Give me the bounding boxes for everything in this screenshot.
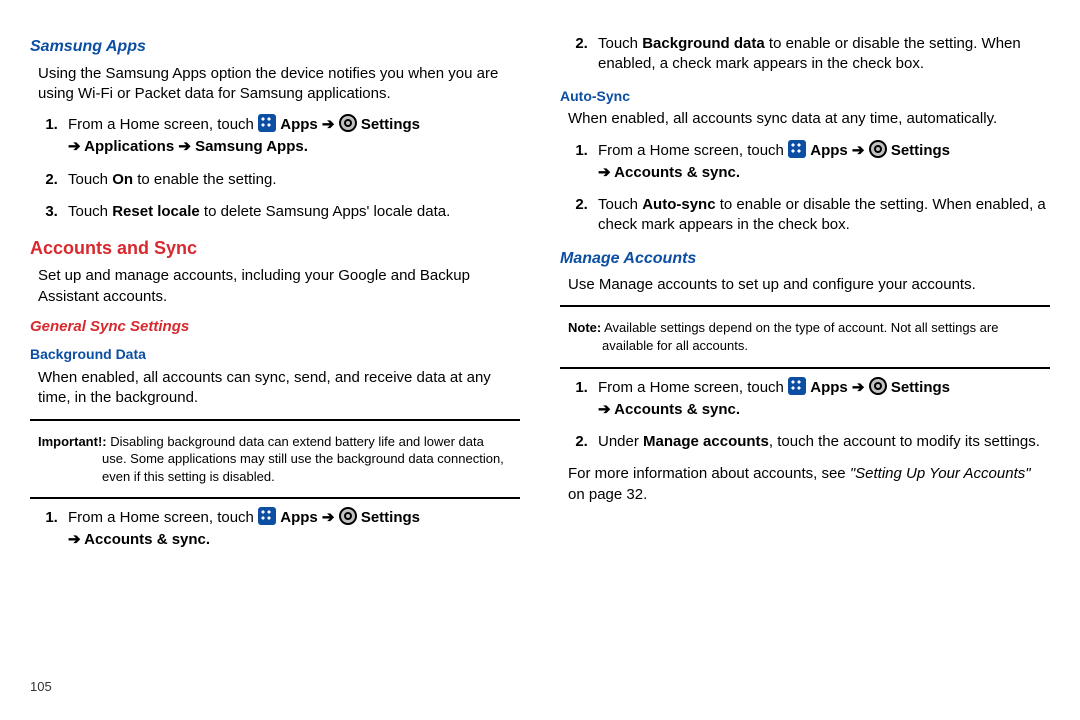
text-bold: Auto-sync <box>642 196 715 213</box>
steps-samsung-apps: From a Home screen, touch Apps ➔ Setting… <box>40 114 520 222</box>
divider <box>30 419 520 421</box>
heading-auto-sync: Auto-Sync <box>560 87 1050 106</box>
text: From a Home screen, touch <box>598 379 788 396</box>
text-bold: Apps ➔ <box>280 116 338 133</box>
steps-manage-accounts: From a Home screen, touch Apps ➔ Setting… <box>570 377 1050 453</box>
step-item: From a Home screen, touch Apps ➔ Setting… <box>62 114 520 158</box>
step-item: From a Home screen, touch Apps ➔ Setting… <box>62 507 520 551</box>
text-bold: On <box>112 171 133 188</box>
settings-icon <box>339 114 357 132</box>
text: From a Home screen, touch <box>598 142 788 159</box>
steps-bgdata-cont: Touch Background data to enable or disab… <box>570 34 1050 75</box>
divider <box>560 305 1050 307</box>
para-accounts-intro: Set up and manage accounts, including yo… <box>38 266 520 307</box>
note-body: Available settings depend on the type of… <box>602 320 998 353</box>
para-background-data: When enabled, all accounts can sync, sen… <box>38 368 520 409</box>
step-item: Under Manage accounts, touch the account… <box>592 432 1050 452</box>
text-bold: ➔ Applications ➔ Samsung Apps. <box>68 137 520 157</box>
divider <box>560 367 1050 369</box>
text: on page 32. <box>568 486 647 503</box>
text: , touch the account to modify its settin… <box>769 433 1040 450</box>
settings-icon <box>869 140 887 158</box>
heading-manage-accounts: Manage Accounts <box>560 248 1050 270</box>
para-manage-accounts: Use Manage accounts to set up and config… <box>568 275 1050 295</box>
text-bold: Apps ➔ <box>280 509 338 526</box>
right-column: Touch Background data to enable or disab… <box>560 30 1050 670</box>
text: Touch <box>68 203 112 220</box>
note-lead: Note: <box>568 320 601 335</box>
apps-icon <box>788 140 806 158</box>
note-body: Disabling background data can extend bat… <box>102 434 504 484</box>
para-samsung-apps: Using the Samsung Apps option the device… <box>38 64 520 105</box>
apps-icon <box>258 507 276 525</box>
heading-background-data: Background Data <box>30 345 520 364</box>
text-bold: ➔ Accounts & sync. <box>598 163 1050 183</box>
note-accounts: Note: Available settings depend on the t… <box>568 315 1050 358</box>
heading-accounts-sync: Accounts and Sync <box>30 236 520 260</box>
text-bold: Settings <box>361 116 420 133</box>
text-bold: Settings <box>891 379 950 396</box>
left-column: Samsung Apps Using the Samsung Apps opti… <box>30 30 520 670</box>
divider <box>30 497 520 499</box>
step-item: From a Home screen, touch Apps ➔ Setting… <box>592 140 1050 184</box>
text: Touch <box>598 35 642 52</box>
text-bold: Apps ➔ <box>810 379 868 396</box>
step-item: Touch Reset locale to delete Samsung App… <box>62 202 520 222</box>
note-important: Important!: Disabling background data ca… <box>38 429 520 490</box>
text: From a Home screen, touch <box>68 116 258 133</box>
text-bold: Reset locale <box>112 203 200 220</box>
step-item: Touch Background data to enable or disab… <box>592 34 1050 75</box>
text: From a Home screen, touch <box>68 509 258 526</box>
page-number: 105 <box>30 678 52 696</box>
apps-icon <box>788 377 806 395</box>
apps-icon <box>258 114 276 132</box>
step-item: Touch Auto-sync to enable or disable the… <box>592 195 1050 236</box>
page-container: Samsung Apps Using the Samsung Apps opti… <box>0 0 1080 670</box>
text-bold: Apps ➔ <box>810 142 868 159</box>
text-bold: Manage accounts <box>643 433 769 450</box>
text: Touch <box>598 196 642 213</box>
text-bold: Background data <box>642 35 765 52</box>
step-item: From a Home screen, touch Apps ➔ Setting… <box>592 377 1050 421</box>
para-auto-sync: When enabled, all accounts sync data at … <box>568 109 1050 129</box>
settings-icon <box>339 507 357 525</box>
text: For more information about accounts, see <box>568 465 850 482</box>
note-lead: Important!: <box>38 434 107 449</box>
step-item: Touch On to enable the setting. <box>62 170 520 190</box>
text-bold: Settings <box>891 142 950 159</box>
text-bold: ➔ Accounts & sync. <box>68 530 520 550</box>
steps-bgdata: From a Home screen, touch Apps ➔ Setting… <box>40 507 520 551</box>
heading-general-sync: General Sync Settings <box>30 317 520 337</box>
text: to enable the setting. <box>133 171 276 188</box>
settings-icon <box>869 377 887 395</box>
text: to delete Samsung Apps' locale data. <box>200 203 451 220</box>
text: Touch <box>68 171 112 188</box>
text-bold: Settings <box>361 509 420 526</box>
text: Under <box>598 433 643 450</box>
heading-samsung-apps: Samsung Apps <box>30 36 520 58</box>
text-italic: "Setting Up Your Accounts" <box>850 465 1031 482</box>
para-more-info: For more information about accounts, see… <box>568 464 1050 505</box>
text-bold: ➔ Accounts & sync. <box>598 400 1050 420</box>
steps-auto-sync: From a Home screen, touch Apps ➔ Setting… <box>570 140 1050 236</box>
